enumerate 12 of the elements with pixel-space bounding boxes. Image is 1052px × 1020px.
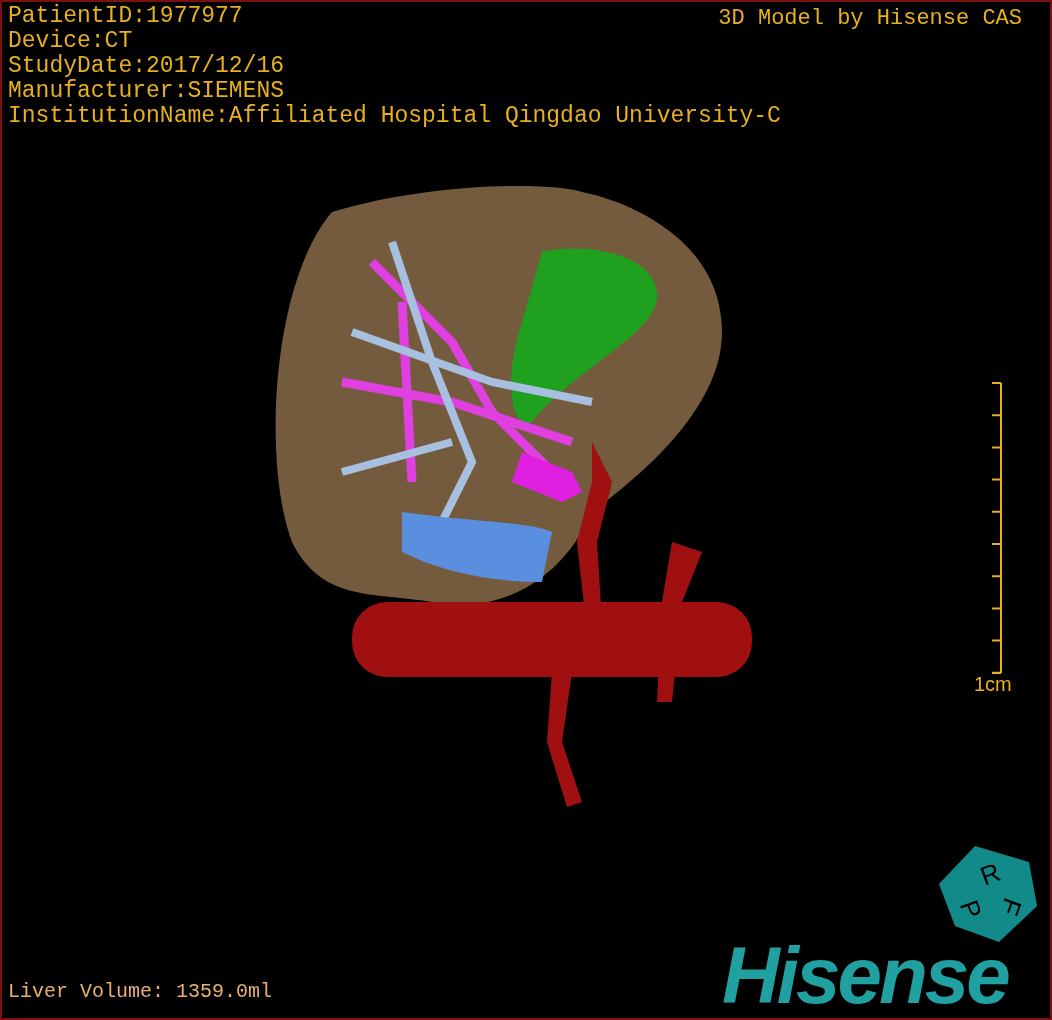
info-line: PatientID:1977977 <box>8 4 243 29</box>
cube-face-letter: R <box>976 856 1005 892</box>
info-line: InstitutionName:Affiliated Hospital Qingdao University-C <box>8 104 781 129</box>
cube-face-letter: F <box>994 894 1028 920</box>
info-line: Device:CT <box>8 29 133 54</box>
info-line: StudyDate:2017/12/16 <box>8 54 285 79</box>
info-line: Manufacturer:SIEMENS <box>8 79 285 104</box>
orientation-cube[interactable]: P R F <box>937 844 1037 944</box>
cube-face-letter: P <box>953 896 989 923</box>
scale-label: 1cm <box>974 672 1012 696</box>
model-title: 3D Model by Hisense CAS <box>718 6 1022 31</box>
liver-volume: Liver Volume: 1359.0ml <box>8 979 273 1005</box>
